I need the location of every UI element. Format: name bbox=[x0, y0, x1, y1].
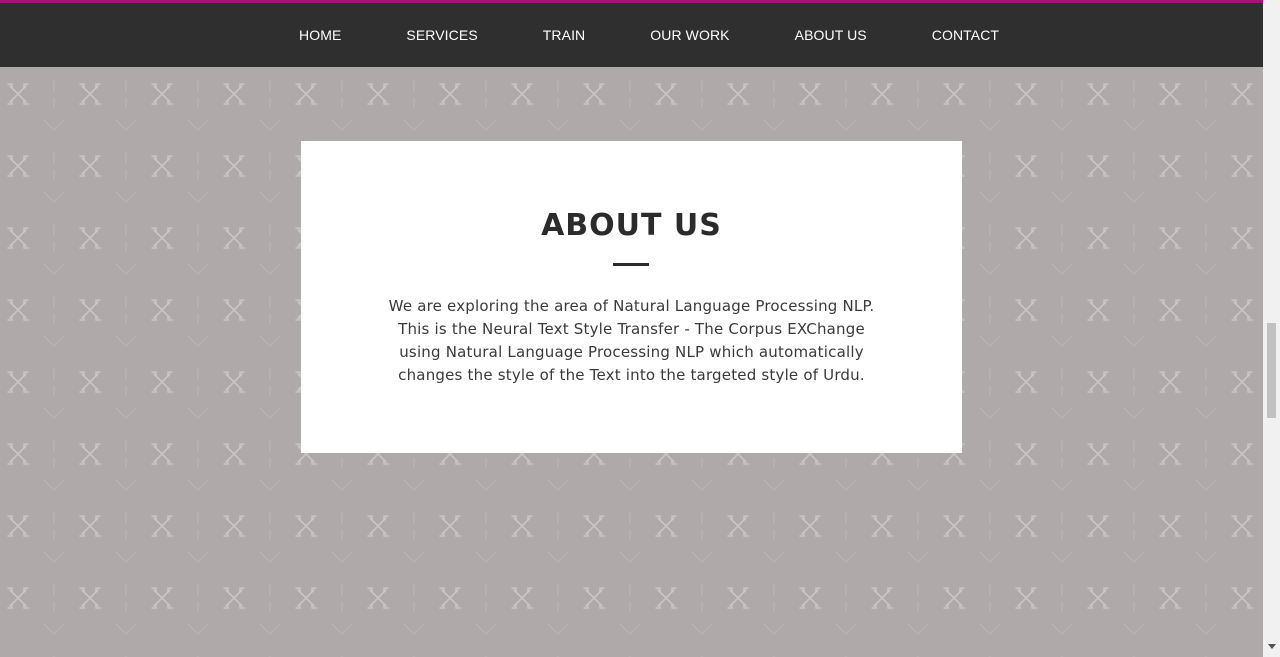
top-navigation-bar: HOME SERVICES TRAIN OUR WORK ABOUT US CO… bbox=[0, 0, 1263, 67]
nav-contact-link[interactable]: CONTACT bbox=[932, 27, 999, 43]
nav-about-us-link[interactable]: ABOUT US bbox=[795, 27, 867, 43]
accent-stripe bbox=[0, 0, 1263, 3]
page-background: HOME SERVICES TRAIN OUR WORK ABOUT US CO… bbox=[0, 0, 1263, 657]
main-nav: HOME SERVICES TRAIN OUR WORK ABOUT US CO… bbox=[299, 26, 999, 44]
nav-home-link[interactable]: HOME bbox=[299, 27, 341, 43]
about-us-title: ABOUT US bbox=[541, 208, 722, 243]
title-divider bbox=[613, 263, 649, 266]
about-us-card: ABOUT US We are exploring the area of Na… bbox=[301, 141, 962, 453]
scrollbar-thumb[interactable] bbox=[1267, 323, 1276, 418]
nav-our-work-link[interactable]: OUR WORK bbox=[650, 27, 729, 43]
nav-services-link[interactable]: SERVICES bbox=[406, 27, 477, 43]
about-us-description: We are exploring the area of Natural Lan… bbox=[388, 297, 875, 384]
nav-train-link[interactable]: TRAIN bbox=[543, 27, 586, 43]
vertical-scrollbar[interactable] bbox=[1263, 0, 1280, 657]
scroll-down-arrow-icon[interactable] bbox=[1268, 644, 1276, 649]
browser-viewport: HOME SERVICES TRAIN OUR WORK ABOUT US CO… bbox=[0, 0, 1280, 657]
